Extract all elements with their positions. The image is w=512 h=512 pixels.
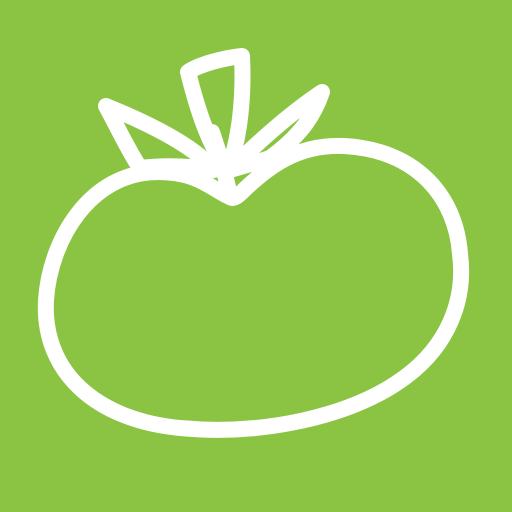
tomato-icon	[0, 0, 512, 512]
app-icon-tile	[0, 0, 512, 512]
